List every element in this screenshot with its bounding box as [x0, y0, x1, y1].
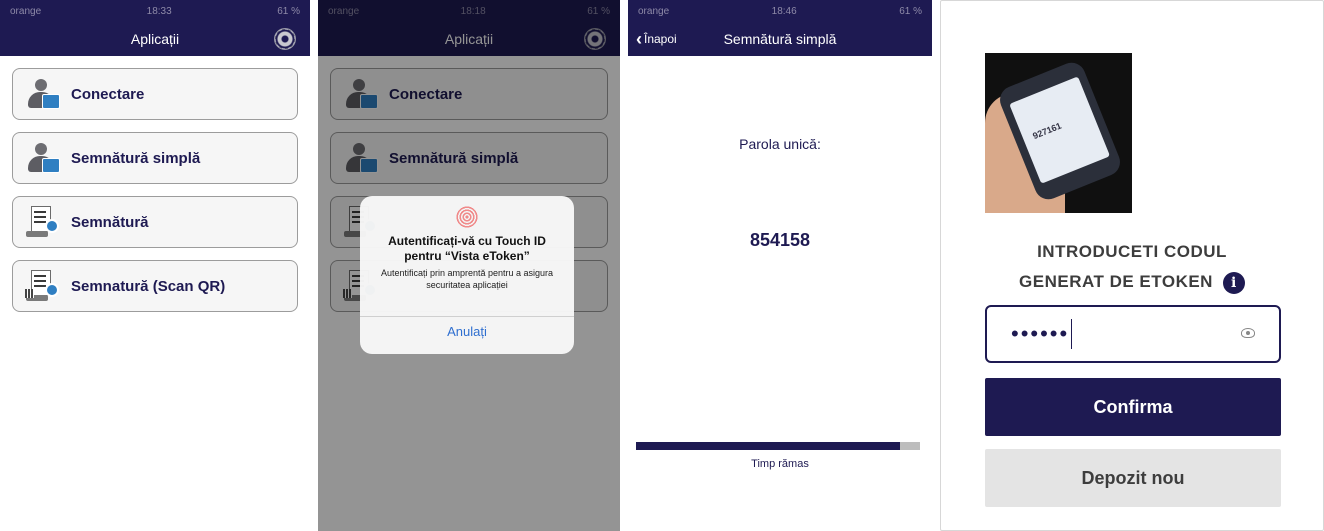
connect-label: Conectare: [71, 85, 145, 103]
otp-label: Parola unică:: [739, 136, 821, 152]
battery-label: 61 %: [277, 5, 300, 17]
time-progress-fill: [636, 442, 901, 450]
simple-signature-label: Semnătură simplă: [71, 149, 201, 167]
page-title: Aplicații: [130, 31, 180, 47]
battery-label: 61 %: [899, 5, 922, 17]
back-button[interactable]: ‹ Înapoi: [636, 22, 677, 56]
status-bar: orange 18:33 61 %: [0, 0, 310, 22]
clock-label: 18:33: [146, 5, 172, 17]
confirm-button[interactable]: Confirma: [985, 378, 1281, 436]
connect-button[interactable]: Conectare: [12, 68, 298, 120]
new-deposit-button[interactable]: Depozit nou: [985, 449, 1281, 507]
fingerprint-icon: [456, 206, 478, 228]
time-progress-bar: [636, 442, 920, 450]
scan-qr-signature-button[interactable]: Semnatură (Scan QR): [12, 260, 298, 312]
prompt-line-1: INTRODUCETI CODUL: [1037, 242, 1227, 261]
signature-label: Semnătură: [71, 213, 149, 231]
dialog-message: Autentificați prin amprentă pentru a asi…: [380, 268, 554, 290]
etoken-photo: 927161: [985, 53, 1132, 213]
user-certificate-icon: [25, 77, 61, 111]
eye-icon[interactable]: [1241, 328, 1255, 338]
page-title: Semnătură simplă: [723, 31, 837, 47]
carrier-label: orange: [10, 5, 42, 17]
prompt-line-2: GENERAT DE ETOKEN: [1019, 272, 1213, 291]
nav-bar: ‹ Înapoi Semnătură simplă: [628, 22, 932, 56]
photo-code: 927161: [1031, 120, 1063, 142]
gear-icon[interactable]: [274, 28, 296, 50]
chevron-left-icon: ‹: [636, 28, 642, 49]
signature-button[interactable]: Semnătură: [12, 196, 298, 248]
user-certificate-icon: [25, 141, 61, 175]
etoken-code-screen: 927161 INTRODUCETI CODUL GENERAT DE ETOK…: [940, 0, 1324, 531]
carrier-label: orange: [638, 5, 670, 17]
text-caret: [1071, 319, 1073, 349]
one-time-password-screen: orange 18:46 61 % ‹ Înapoi Semnătură sim…: [628, 0, 932, 531]
touch-id-dialog: Autentificați-vă cu Touch ID pentru “Vis…: [360, 196, 574, 354]
document-sign-icon: [25, 205, 61, 239]
etoken-code-input[interactable]: ••••••: [985, 305, 1281, 363]
app-menu: Conectare Semnătură simplă Semnătură Sem…: [0, 56, 310, 312]
dialog-divider: [360, 316, 574, 317]
simple-signature-button[interactable]: Semnătură simplă: [12, 132, 298, 184]
clock-label: 18:46: [771, 5, 797, 17]
back-label: Înapoi: [644, 32, 677, 46]
time-remaining-label: Timp rămas: [751, 458, 809, 470]
code-prompt: INTRODUCETI CODUL GENERAT DE ETOKEN i: [941, 237, 1323, 297]
info-icon[interactable]: i: [1222, 271, 1245, 294]
qr-document-sign-icon: [25, 269, 61, 303]
app-list-screen: orange 18:33 61 % Aplicații Conectare Se…: [0, 0, 310, 531]
nav-bar: Aplicații: [0, 22, 310, 56]
status-bar: orange 18:46 61 %: [628, 0, 932, 22]
touch-id-screen: orange 18:18 61 % Aplicații Conectare Se…: [318, 0, 620, 531]
cancel-button[interactable]: Anulați: [360, 324, 574, 339]
code-masked-value: ••••••: [1011, 321, 1070, 346]
dialog-title: Autentificați-vă cu Touch ID pentru “Vis…: [388, 234, 546, 263]
scan-qr-signature-label: Semnatură (Scan QR): [71, 277, 226, 295]
otp-value: 854158: [749, 230, 811, 250]
